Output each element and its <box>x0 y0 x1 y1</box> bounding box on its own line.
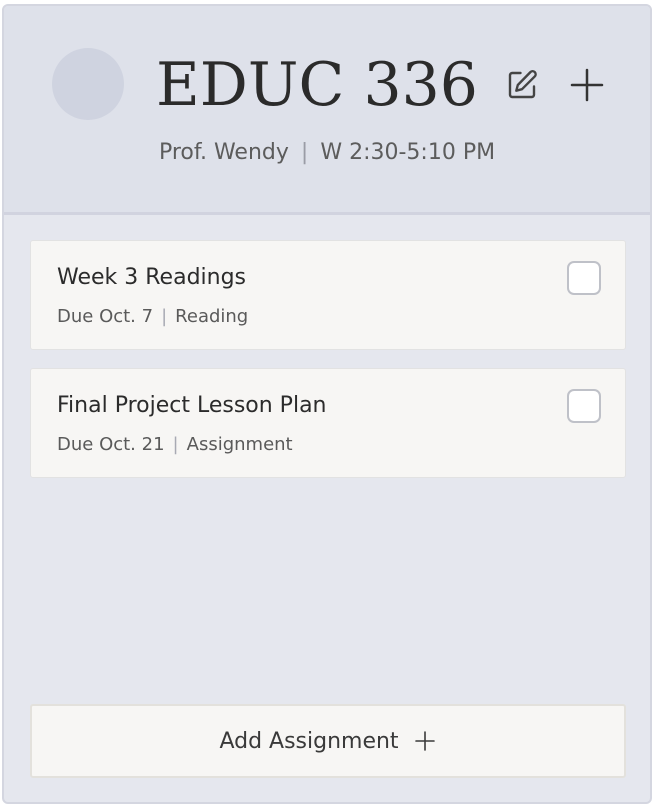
course-avatar <box>52 48 124 120</box>
assignment-meta: Due Oct. 21 | Assignment <box>57 431 293 459</box>
assignment-item[interactable]: Final Project Lesson Plan Due Oct. 21 | As… <box>30 368 626 478</box>
assignment-complete-checkbox[interactable] <box>567 261 601 295</box>
course-title: EDUC 336 <box>156 50 478 120</box>
subtitle-separator: | <box>300 140 309 165</box>
edit-course-button[interactable] <box>500 63 544 107</box>
course-card: EDUC 336 Prof. Wendy | W 2:30-5:10 PM Week… <box>2 4 652 804</box>
meta-separator: | <box>172 434 179 455</box>
assignment-type: Reading <box>175 306 249 327</box>
add-assignment-label: Add Assignment <box>219 728 399 754</box>
assignment-due-date: Due Oct. 7 <box>57 306 154 327</box>
assignment-item[interactable]: Week 3 Readings Due Oct. 7 | Reading <box>30 240 626 350</box>
assignment-due-date: Due Oct. 21 <box>57 434 165 455</box>
course-subtitle: Prof. Wendy | W 2:30-5:10 PM <box>4 136 650 170</box>
professor-name: Prof. Wendy <box>158 140 289 165</box>
assignment-complete-checkbox[interactable] <box>567 389 601 423</box>
plus-icon <box>570 68 604 102</box>
assignment-title: Week 3 Readings <box>57 265 247 290</box>
plus-icon <box>413 729 437 753</box>
meta-separator: | <box>161 306 168 327</box>
assignment-title: Final Project Lesson Plan <box>57 393 327 418</box>
class-schedule: W 2:30-5:10 PM <box>320 140 496 165</box>
add-course-item-button[interactable] <box>565 63 609 107</box>
add-assignment-button[interactable]: Add Assignment <box>30 704 626 778</box>
pencil-square-icon <box>508 70 537 99</box>
assignment-meta: Due Oct. 7 | Reading <box>57 303 248 331</box>
course-header: EDUC 336 Prof. Wendy | W 2:30-5:10 PM <box>4 6 650 215</box>
assignment-type: Assignment <box>186 434 293 455</box>
